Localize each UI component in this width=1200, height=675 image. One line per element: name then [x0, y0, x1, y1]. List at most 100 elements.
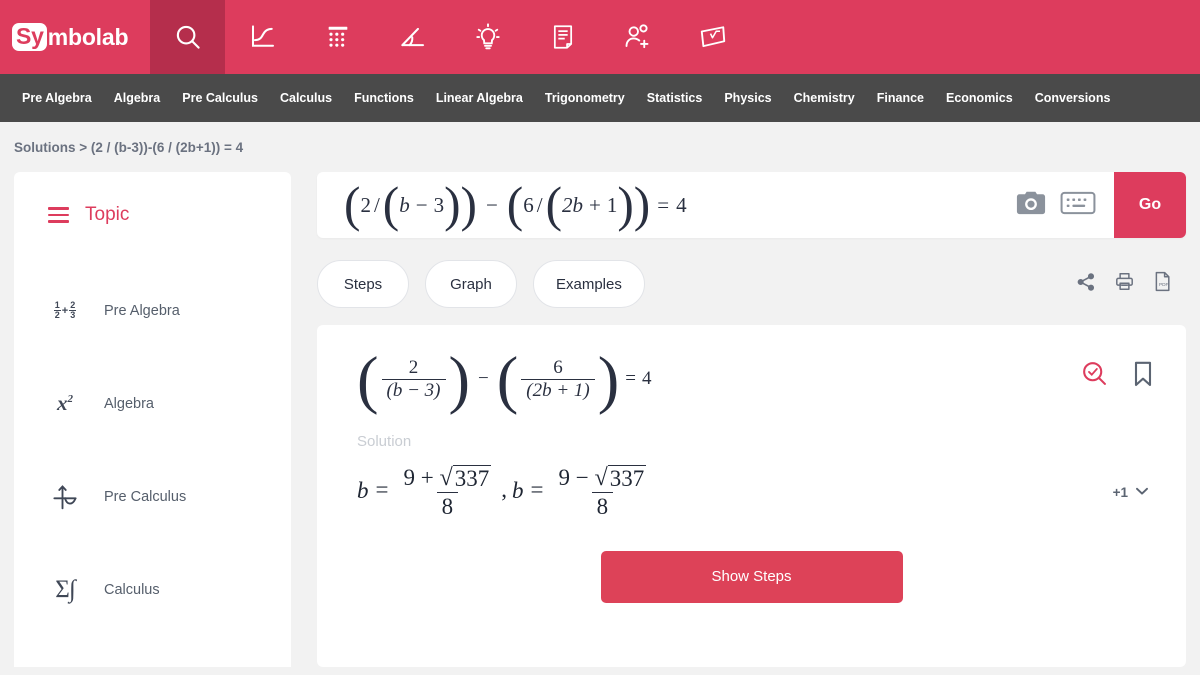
eq-paren-open-2: ( [496, 343, 519, 416]
solution-card-icons [1080, 351, 1160, 394]
sidebar-item-label: Pre Algebra [104, 302, 180, 319]
logo-text: mbolab [47, 23, 129, 50]
answer-frac1-lead: 9 + [403, 464, 434, 490]
answer-var-2: b [511, 477, 524, 503]
eq-frac2-denominator: (2b + 1) [521, 378, 595, 403]
calculator-icon [324, 23, 352, 51]
sqrt-icon-2: √ 337 [594, 463, 647, 491]
subnav-item-statistics[interactable]: Statistics [647, 91, 703, 105]
calculator-button[interactable] [300, 0, 375, 74]
tab-steps[interactable]: Steps [317, 260, 409, 308]
graphing-calculator-icon [248, 22, 278, 52]
answer-fraction-1: 9 + √ 337 8 [398, 464, 496, 521]
fraction-sum-icon: 12 + 23 [53, 299, 77, 320]
subnav-item-functions[interactable]: Functions [354, 91, 414, 105]
notebook-button[interactable] [525, 0, 600, 74]
eq-operator: − [478, 368, 489, 390]
subnav-item-calculus[interactable]: Calculus [280, 91, 332, 105]
show-steps-button[interactable]: Show Steps [600, 550, 903, 603]
sidebar-item-pre-algebra[interactable]: 12 + 23 Pre Algebra [14, 264, 291, 357]
sidebar-topic-header[interactable]: Topic [14, 194, 291, 236]
main-column: (2/(b −3)) −(6/(2b +1)) = 4 Go Steps Gra… [317, 172, 1186, 667]
subnav-item-pre-algebra[interactable]: Pre Algebra [22, 91, 92, 105]
solution-answer: b = 9 + √ 337 8, b = 9 − √ 337 8 [357, 464, 654, 521]
sidebar-item-pre-calculus[interactable]: Pre Calculus [14, 450, 291, 543]
input-num-2: 2 [360, 192, 371, 217]
sidebar-item-algebra[interactable]: x2 Algebra [14, 357, 291, 450]
category-nav: Pre Algebra Algebra Pre Calculus Calculu… [0, 74, 1200, 122]
groups-button[interactable] [600, 0, 675, 74]
input-operator-minus: − [485, 192, 498, 217]
verify-magnifier-icon[interactable] [1080, 359, 1110, 394]
eq-equals: = [625, 368, 636, 390]
eq-fraction-1: 2 (b − 3) [381, 357, 446, 403]
print-icon[interactable] [1114, 271, 1135, 297]
input-paren-open-4: ( [545, 177, 562, 233]
input-rhs-4: 4 [676, 192, 687, 217]
subnav-item-finance[interactable]: Finance [877, 91, 924, 105]
cheat-sheets-button[interactable] [675, 0, 750, 74]
search-icon-button[interactable] [150, 0, 225, 74]
show-steps-wrap: Show Steps [343, 550, 1160, 603]
answer-frac2-radicand: 337 [607, 464, 647, 491]
answer-frac2-denominator: 8 [591, 492, 614, 521]
input-paren-close-1: ) [460, 177, 477, 233]
input-var-b: b [399, 192, 410, 217]
notebook-icon [549, 23, 577, 51]
share-icon[interactable] [1076, 272, 1096, 297]
subnav-item-conversions[interactable]: Conversions [1035, 91, 1111, 105]
input-minus-1: − [415, 192, 428, 217]
subnav-item-linear-algebra[interactable]: Linear Algebra [436, 91, 523, 105]
bookmark-icon[interactable] [1132, 360, 1154, 393]
subnav-item-physics[interactable]: Physics [724, 91, 771, 105]
equation-input[interactable]: (2/(b −3)) −(6/(2b +1)) = 4 [317, 172, 998, 238]
geometry-button[interactable] [375, 0, 450, 74]
input-num-1: 1 [606, 192, 618, 217]
subnav-item-chemistry[interactable]: Chemistry [794, 91, 855, 105]
groups-join-icon [623, 22, 653, 52]
sidebar-topic-list: 12 + 23 Pre Algebra x2 Algebra Pre Calcu… [14, 264, 291, 636]
subnav-item-algebra[interactable]: Algebra [114, 91, 161, 105]
subnav-item-pre-calculus[interactable]: Pre Calculus [182, 91, 258, 105]
input-num-3: 3 [433, 192, 445, 217]
keyboard-icon[interactable] [1060, 190, 1096, 221]
practice-button[interactable] [450, 0, 525, 74]
input-paren-close-4: ) [617, 177, 634, 233]
breadcrumb[interactable]: Solutions > (2 / (b-3))-(6 / (2b+1)) = 4 [0, 122, 1200, 172]
graphing-calculator-button[interactable] [225, 0, 300, 74]
more-solutions-toggle[interactable]: +1 [1113, 483, 1160, 502]
sidebar-item-label: Pre Calculus [104, 488, 187, 505]
hamburger-icon [48, 207, 69, 223]
subnav-item-economics[interactable]: Economics [946, 91, 1013, 105]
input-paren-close-2: ) [444, 177, 461, 233]
geometry-icon [398, 22, 428, 52]
solution-answer-row: b = 9 + √ 337 8, b = 9 − √ 337 8 +1 [343, 464, 1160, 521]
sidebar-item-calculus[interactable]: Σ∫ Calculus [14, 543, 291, 636]
eq-paren-open-1: ( [357, 343, 379, 416]
input-paren-open-1: ( [344, 177, 361, 233]
go-button[interactable]: Go [1114, 172, 1186, 238]
tab-examples[interactable]: Examples [533, 260, 645, 308]
answer-fraction-2: 9 − √ 337 8 [553, 464, 651, 521]
logo[interactable]: Sy mbolab [0, 0, 150, 74]
answer-equals-2: = [530, 477, 544, 503]
input-term-2b: 2b [562, 192, 583, 217]
pdf-icon[interactable]: PDF [1153, 271, 1172, 297]
answer-frac1-denominator: 8 [436, 492, 459, 521]
function-curve-icon [48, 482, 82, 512]
eq-rhs: 4 [641, 368, 652, 390]
sidebar-item-label: Calculus [104, 581, 160, 598]
practice-lightbulb-icon [473, 22, 503, 52]
tab-graph[interactable]: Graph [425, 260, 517, 308]
solution-card: (2 (b − 3)) −(6 (2b + 1)) = 4 Solution b… [317, 325, 1186, 667]
subnav-item-trigonometry[interactable]: Trigonometry [545, 91, 625, 105]
answer-comma: , [501, 477, 507, 503]
eq-fraction-2: 6 (2b + 1) [521, 357, 595, 403]
sqrt-icon-1: √ 337 [439, 463, 492, 491]
answer-frac2-lead: 9 − [558, 464, 589, 490]
eq-frac1-numerator: 2 [408, 357, 419, 378]
camera-icon[interactable] [1016, 190, 1046, 221]
solution-equation-row: (2 (b − 3)) −(6 (2b + 1)) = 4 [343, 343, 1160, 416]
eq-frac1-denominator: (b − 3) [381, 378, 446, 403]
eq-frac2-numerator: 6 [553, 357, 563, 378]
